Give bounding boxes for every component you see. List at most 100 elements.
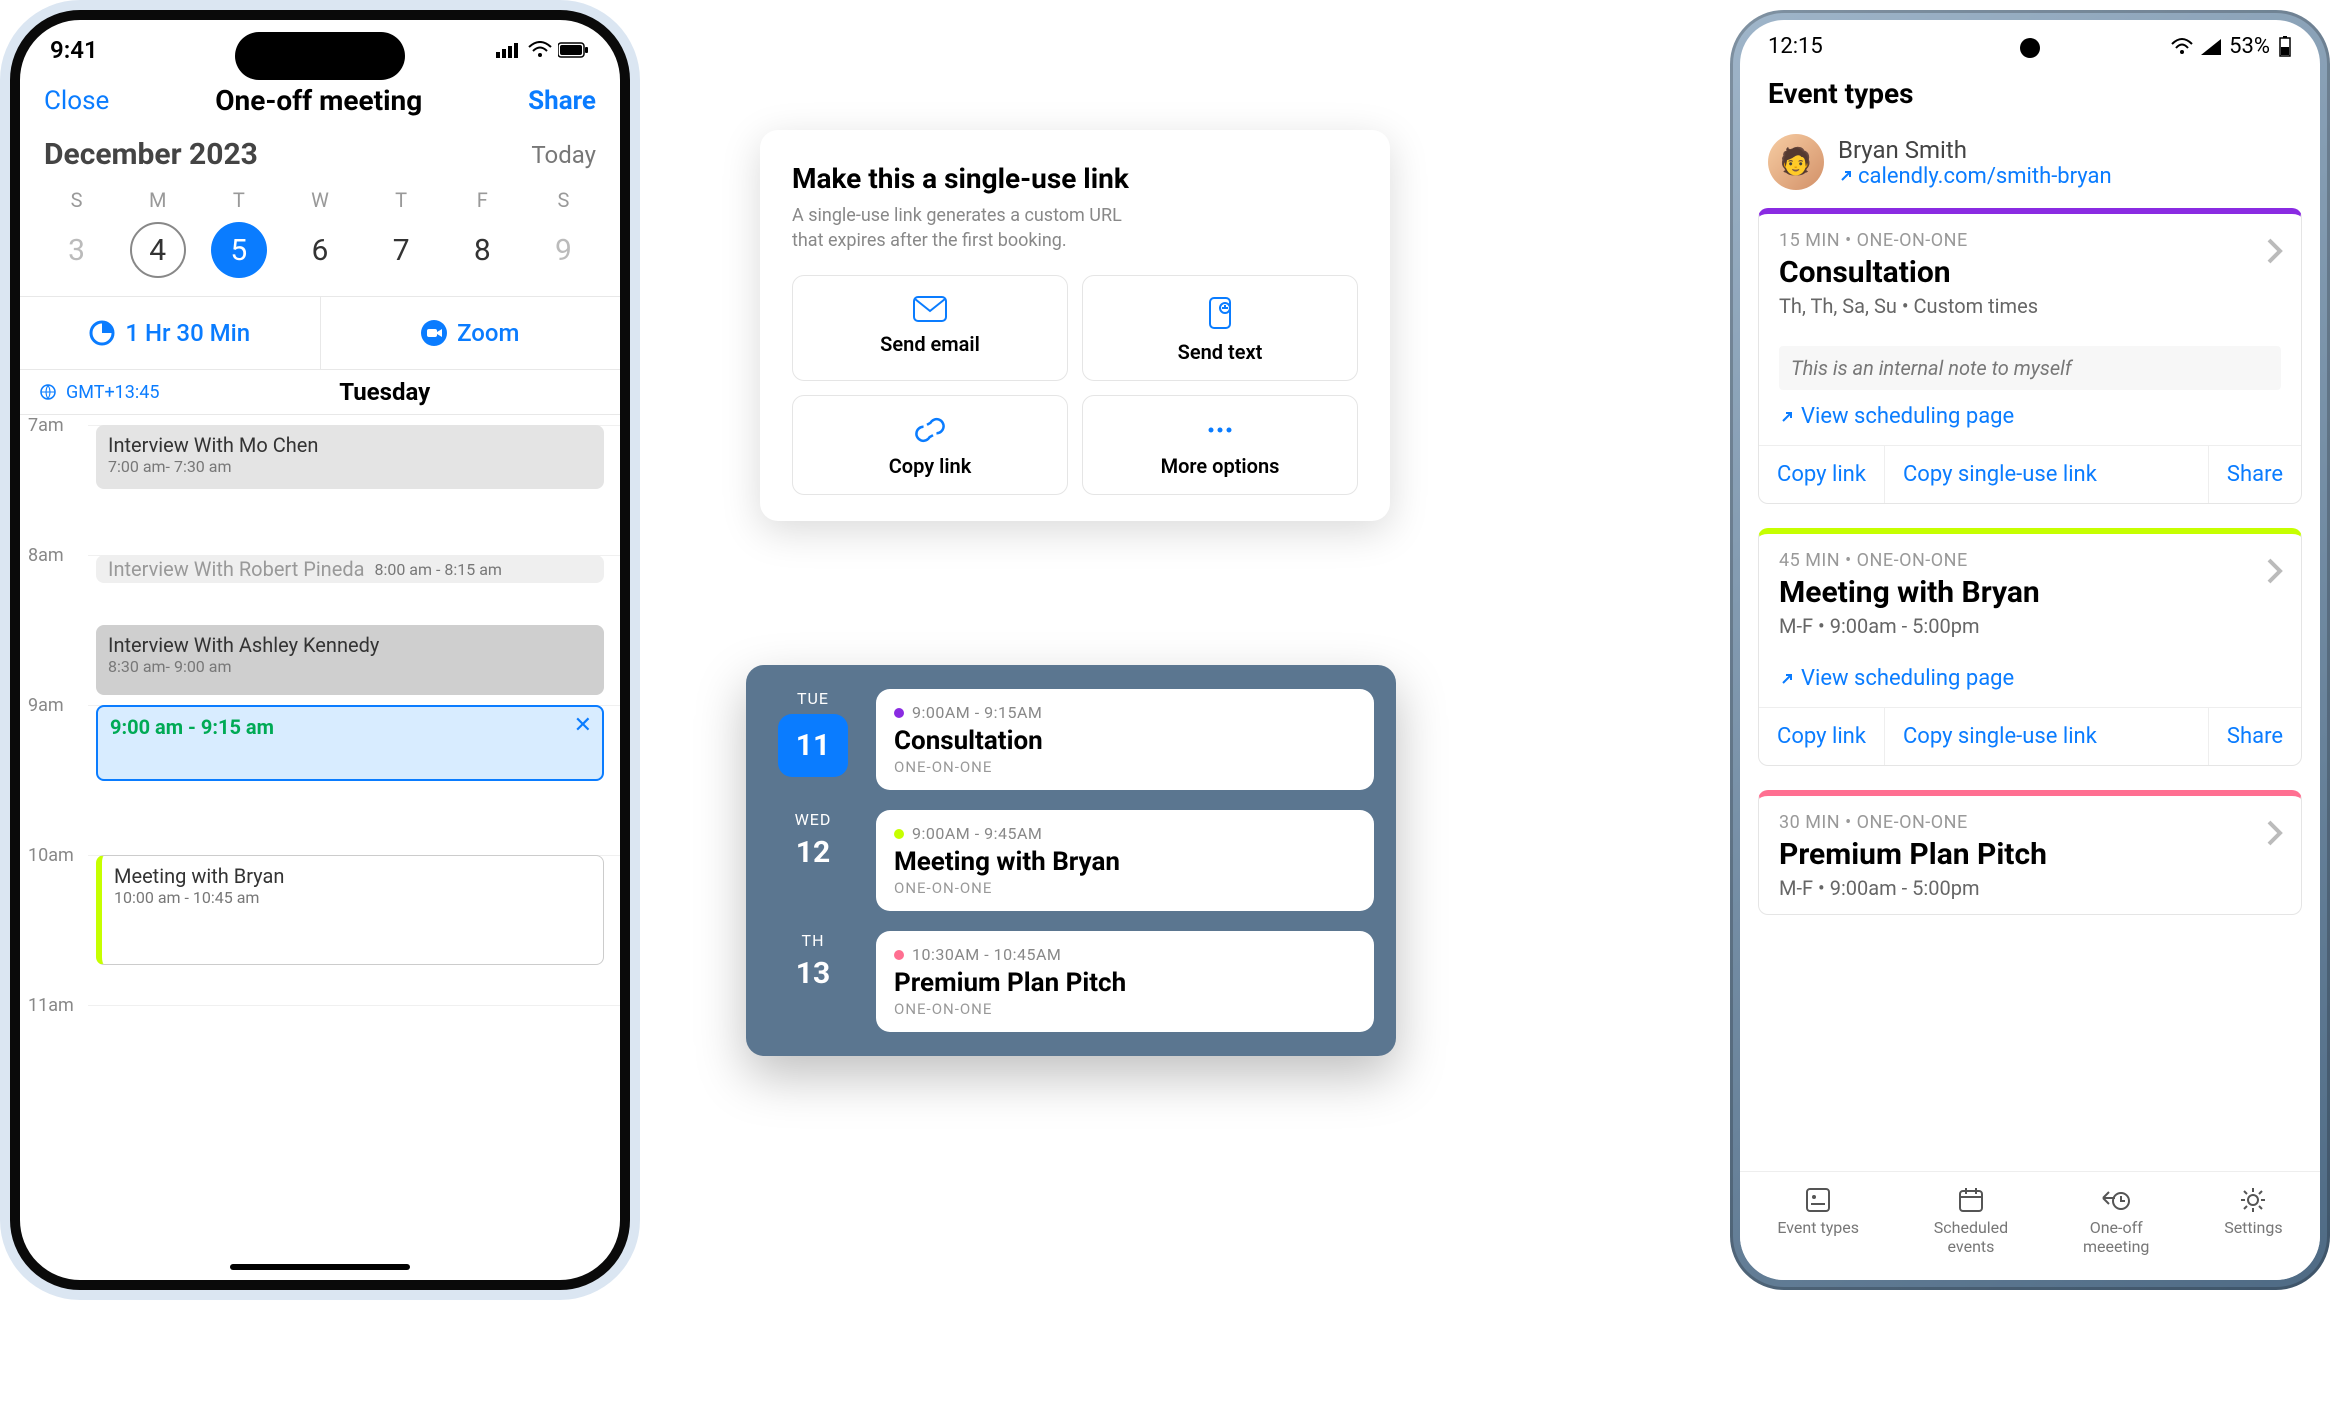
more-options[interactable]: More options — [1082, 395, 1358, 495]
event-type-list[interactable]: 15 MIN • ONE-ON-ONE Consultation Th, Th,… — [1740, 208, 2320, 1108]
event-time: 9:00AM - 9:45AM — [894, 824, 1356, 843]
user-url[interactable]: calendly.com/smith-bryan — [1838, 164, 2112, 189]
date-chip-selected[interactable]: 11 — [778, 714, 848, 777]
send-text-option[interactable]: Send text — [1082, 275, 1358, 381]
signal-icon — [496, 42, 522, 58]
date-cell-selected[interactable]: 5 — [211, 222, 267, 278]
event-type-name: Premium Plan Pitch — [1779, 837, 2281, 872]
upcoming-events-panel: TUE 11 9:00AM - 9:15AM Consultation ONE-… — [746, 665, 1396, 1056]
event-time: 8:30 am- 9:00 am — [108, 657, 592, 676]
dow: T — [204, 188, 274, 212]
dow: W — [285, 188, 355, 212]
home-indicator[interactable] — [230, 1264, 410, 1270]
location-picker[interactable]: Zoom — [320, 297, 621, 369]
event-card[interactable]: 9:00AM - 9:15AM Consultation ONE-ON-ONE — [876, 689, 1374, 790]
event-card[interactable]: 9:00AM - 9:45AM Meeting with Bryan ONE-O… — [876, 810, 1374, 911]
card-desc: A single-use link generates a custom URL… — [792, 203, 1152, 253]
tab-label: One-off meeeting — [2083, 1218, 2149, 1256]
selected-slot[interactable]: 9:00 am - 9:15 am ✕ — [96, 705, 604, 781]
android-mock: 12:15 53% Event types 🧑 Bryan Smith cale… — [1730, 10, 2330, 1290]
tab-one-off-meeting[interactable]: One-off meeeting — [2083, 1186, 2149, 1256]
slot-close-icon[interactable]: ✕ — [574, 713, 592, 738]
view-scheduling-link[interactable]: View scheduling page — [1759, 652, 2301, 707]
event-name: Meeting with Bryan — [894, 847, 1356, 877]
external-link-icon — [1779, 671, 1795, 687]
copy-link-button[interactable]: Copy link — [1759, 446, 1884, 503]
event-type-header[interactable]: 30 MIN • ONE-ON-ONE Premium Plan Pitch M… — [1759, 796, 2301, 914]
share-button[interactable]: Share — [528, 86, 596, 116]
option-label: More options — [1161, 454, 1280, 478]
hour-label: 7am — [28, 415, 64, 436]
copy-single-use-button[interactable]: Copy single-use link — [1884, 708, 2115, 765]
calendar-event[interactable]: Interview With Ashley Kennedy 8:30 am- 9… — [96, 625, 604, 695]
card-title: Make this a single-use link — [792, 162, 1358, 195]
date-cell[interactable]: 3 — [49, 222, 105, 278]
date-cell[interactable]: 8 — [454, 222, 510, 278]
copy-link-option[interactable]: Copy link — [792, 395, 1068, 495]
event-type-sub: M-F • 9:00am - 5:00pm — [1779, 614, 2281, 638]
event-kind: ONE-ON-ONE — [894, 1000, 1356, 1018]
chevron-right-icon — [2265, 556, 2285, 586]
event-type-meta: 15 MIN • ONE-ON-ONE — [1779, 230, 2281, 251]
hour-line — [88, 1005, 620, 1006]
today-button[interactable]: Today — [531, 141, 596, 169]
event-types-icon — [1804, 1186, 1832, 1214]
color-dot — [894, 829, 904, 839]
date-number[interactable]: 13 — [796, 956, 830, 991]
event-type-meta: 45 MIN • ONE-ON-ONE — [1779, 550, 2281, 571]
tab-label: Scheduled events — [1934, 1218, 2008, 1256]
share-button[interactable]: Share — [2208, 446, 2301, 503]
event-name: Premium Plan Pitch — [894, 968, 1356, 998]
event-type-header[interactable]: 15 MIN • ONE-ON-ONE Consultation Th, Th,… — [1759, 214, 2301, 332]
clock-pie-icon — [89, 320, 115, 346]
option-label: Send text — [1178, 340, 1263, 364]
external-link-icon — [1838, 168, 1854, 184]
event-kind: ONE-ON-ONE — [894, 879, 1356, 897]
avatar[interactable]: 🧑 — [1768, 134, 1824, 190]
event-card[interactable]: 10:30AM - 10:45AM Premium Plan Pitch ONE… — [876, 931, 1374, 1032]
battery-percent: 53% — [2229, 34, 2270, 59]
tab-settings[interactable]: Settings — [2224, 1186, 2282, 1256]
dow: S — [528, 188, 598, 212]
date-cell[interactable]: 9 — [535, 222, 591, 278]
internal-note: This is an internal note to myself — [1779, 346, 2281, 390]
calendar-event[interactable]: Interview With Mo Chen 7:00 am- 7:30 am — [96, 425, 604, 489]
copy-link-button[interactable]: Copy link — [1759, 708, 1884, 765]
date-number[interactable]: 12 — [796, 835, 830, 870]
status-time: 9:41 — [50, 36, 98, 64]
chevron-right-icon — [2265, 236, 2285, 266]
weekday: TUE — [797, 689, 829, 708]
schedule-grid[interactable]: 7am 8am 9am 10am 11am Interview With Mo … — [20, 415, 620, 1055]
nav-title: One-off meeting — [215, 84, 422, 117]
android-screen: 12:15 53% Event types 🧑 Bryan Smith cale… — [1740, 20, 2320, 1280]
calendar-event[interactable]: Interview With Robert Pineda 8:00 am - 8… — [96, 555, 604, 583]
event-kind: ONE-ON-ONE — [894, 758, 1356, 776]
event-time: 8:00 am - 8:15 am — [374, 560, 501, 579]
close-button[interactable]: Close — [44, 86, 109, 116]
copy-single-use-button[interactable]: Copy single-use link — [1884, 446, 2115, 503]
event-type-header[interactable]: 45 MIN • ONE-ON-ONE Meeting with Bryan M… — [1759, 534, 2301, 652]
duration-picker[interactable]: 1 Hr 30 Min — [20, 297, 320, 369]
timezone-row: GMT+13:45 Tuesday — [20, 370, 620, 415]
tab-event-types[interactable]: Event types — [1777, 1186, 1859, 1256]
mail-icon — [913, 296, 947, 322]
share-button[interactable]: Share — [2208, 708, 2301, 765]
tab-scheduled-events[interactable]: Scheduled events — [1934, 1186, 2008, 1256]
date-cell-today[interactable]: 4 — [130, 222, 186, 278]
calendar-event[interactable]: Meeting with Bryan 10:00 am - 10:45 am — [96, 855, 604, 965]
month-label: December 2023 — [44, 137, 258, 172]
event-type-sub: M-F • 9:00am - 5:00pm — [1779, 876, 2281, 900]
dow: M — [123, 188, 193, 212]
date-cell[interactable]: 6 — [292, 222, 348, 278]
config-row: 1 Hr 30 Min Zoom — [20, 297, 620, 370]
send-email-option[interactable]: Send email — [792, 275, 1068, 381]
gear-icon — [2239, 1186, 2267, 1214]
event-name: Consultation — [894, 726, 1356, 756]
timezone-button[interactable]: GMT+13:45 — [66, 382, 160, 403]
color-dot — [894, 708, 904, 718]
date-cell[interactable]: 7 — [373, 222, 429, 278]
color-dot — [894, 950, 904, 960]
event-type-meta: 30 MIN • ONE-ON-ONE — [1779, 812, 2281, 833]
profile-row: 🧑 Bryan Smith calendly.com/smith-bryan — [1740, 130, 2320, 208]
view-scheduling-link[interactable]: View scheduling page — [1759, 390, 2301, 445]
